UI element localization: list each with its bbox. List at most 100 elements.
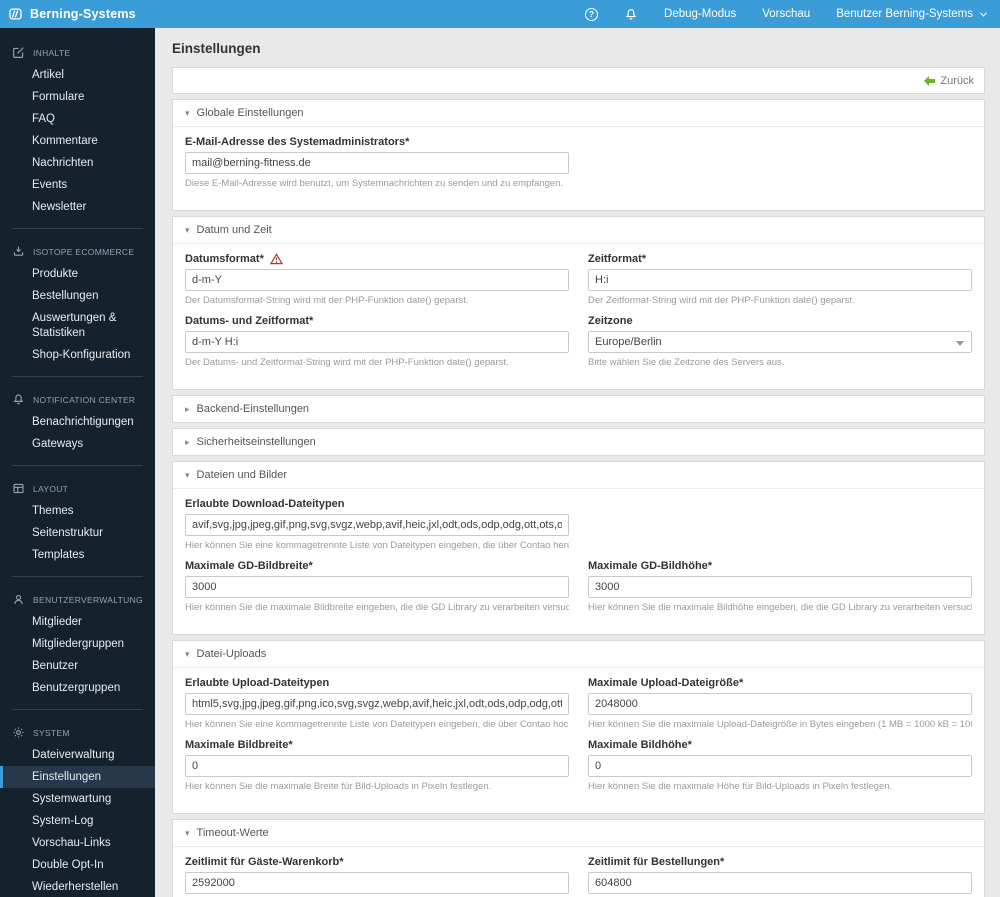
section-toggle-sicherheitseinstellungen[interactable]: Sicherheitseinstellungen (173, 429, 984, 455)
section-toggle-globale-einstellungen[interactable]: Globale Einstellungen (173, 100, 984, 126)
divider (12, 228, 143, 229)
guest-cart-timeout-label: Zeitlimit für Gäste-Warenkorb* (185, 856, 344, 868)
sidebar-item-produkte[interactable]: Produkte (0, 263, 155, 285)
max-upload-size-input[interactable] (588, 693, 972, 715)
section-toggle-timeout-werte[interactable]: Timeout-Werte (173, 820, 984, 846)
collapse-icon (185, 226, 190, 235)
orders-timeout-input[interactable] (588, 872, 972, 894)
section-dateien-und-bilder: Dateien und Bilder Erlaubte Download-Dat… (172, 461, 985, 635)
chevron-down-icon (979, 9, 988, 17)
time-format-input[interactable] (588, 269, 972, 291)
max-image-width-input[interactable] (185, 755, 569, 777)
section-toggle-datei-uploads[interactable]: Datei-Uploads (173, 641, 984, 667)
time-format-label: Zeitformat* (588, 253, 647, 265)
collapse-icon (185, 471, 190, 480)
help-button[interactable]: ? (585, 7, 599, 21)
sidebar-item-mitglieder[interactable]: Mitglieder (0, 611, 155, 633)
date-format-help: Der Datumsformat-String wird mit der PHP… (185, 295, 469, 306)
sidebar-item-bestellungen[interactable]: Bestellungen (0, 285, 155, 307)
section-title: Datum und Zeit (196, 224, 272, 236)
upload-types-field-group: Erlaubte Upload-Dateitypen Hier können S… (185, 677, 569, 730)
nav-group-benutzerverwaltung[interactable]: BENUTZERVERWALTUNG (0, 585, 155, 611)
sidebar-item-benutzergruppen[interactable]: Benutzergruppen (0, 677, 155, 699)
orders-timeout-label: Zeitlimit für Bestellungen* (588, 856, 725, 868)
date-format-field-group: Datumsformat* Der Datumsformat-String wi… (185, 253, 569, 306)
sidebar-item-faq[interactable]: FAQ (0, 108, 155, 130)
user-icon (14, 594, 23, 605)
sidebar-item-nachrichten[interactable]: Nachrichten (0, 152, 155, 174)
download-icon (13, 246, 24, 256)
expand-icon (185, 405, 190, 414)
section-toggle-dateien-und-bilder[interactable]: Dateien und Bilder (173, 462, 984, 488)
back-button[interactable]: Zurück (940, 75, 974, 87)
sidebar-item-newsletter[interactable]: Newsletter (0, 196, 155, 218)
nav-group-layout[interactable]: LAYOUT (0, 474, 155, 500)
download-types-input[interactable] (185, 514, 569, 536)
section-title: Sicherheitseinstellungen (196, 436, 316, 448)
sidebar-item-kommentare[interactable]: Kommentare (0, 130, 155, 152)
sidebar-item-gateways[interactable]: Gateways (0, 433, 155, 455)
date-format-input[interactable] (185, 269, 569, 291)
sidebar-item-benachrichtigungen[interactable]: Benachrichtigungen (0, 411, 155, 433)
nav-group-inhalte[interactable]: INHALTE (0, 38, 155, 64)
section-sicherheitseinstellungen: Sicherheitseinstellungen (172, 428, 985, 456)
sidebar-item-artikel[interactable]: Artikel (0, 64, 155, 86)
user-menu[interactable]: Benutzer Berning-Systems (836, 8, 988, 20)
timezone-select[interactable]: Europe/Berlin (588, 331, 972, 353)
section-title: Timeout-Werte (196, 827, 269, 839)
grid-icon (13, 483, 24, 494)
sidebar-item-vorschau-links[interactable]: Vorschau-Links (0, 832, 155, 854)
brand[interactable]: Berning-Systems (0, 7, 136, 21)
sidebar-item-wiederherstellen[interactable]: Wiederherstellen (0, 876, 155, 897)
sidebar-item-system-log[interactable]: System-Log (0, 810, 155, 832)
sidebar-item-einstellungen[interactable]: Einstellungen (0, 766, 155, 788)
sidebar-item-mitgliedergruppen[interactable]: Mitgliedergruppen (0, 633, 155, 655)
nav-group-system[interactable]: SYSTEM (0, 718, 155, 744)
sidebar-item-dateiverwaltung[interactable]: Dateiverwaltung (0, 744, 155, 766)
nav-group-notification-center[interactable]: NOTIFICATION CENTER (0, 385, 155, 411)
brand-title: Berning-Systems (30, 7, 136, 21)
nav-group-isotope-ecommerce[interactable]: ISOTOPE ECOMMERCE (0, 237, 155, 263)
admin-email-label: E-Mail-Adresse des Systemadministrators* (185, 136, 410, 148)
admin-email-input[interactable] (185, 152, 569, 174)
guest-cart-timeout-input[interactable] (185, 872, 569, 894)
admin-email-help: Diese E-Mail-Adresse wird benutzt, um Sy… (185, 178, 564, 189)
download-types-help: Hier können Sie eine kommagetrennte List… (185, 540, 569, 551)
section-timeout-werte: Timeout-Werte Zeitlimit für Gäste-Warenk… (172, 819, 985, 897)
sidebar-item-events[interactable]: Events (0, 174, 155, 196)
contao-logo-icon (9, 8, 22, 20)
user-menu-label: Benutzer Berning-Systems (836, 8, 973, 20)
sidebar-item-auswertungen-statistiken[interactable]: Auswertungen & Statistiken (0, 307, 155, 344)
gd-width-field-group: Maximale GD-Bildbreite* Hier können Sie … (185, 560, 569, 613)
sidebar-item-templates[interactable]: Templates (0, 544, 155, 566)
expand-icon (185, 438, 190, 447)
section-toggle-backend-einstellungen[interactable]: Backend-Einstellungen (173, 396, 984, 422)
upload-types-label: Erlaubte Upload-Dateitypen (185, 677, 330, 689)
sidebar-item-seitenstruktur[interactable]: Seitenstruktur (0, 522, 155, 544)
sidebar-item-formulare[interactable]: Formulare (0, 86, 155, 108)
gd-width-input[interactable] (185, 576, 569, 598)
collapse-icon (185, 650, 190, 659)
max-image-height-field-group: Maximale Bildhöhe* Hier können Sie die m… (588, 739, 972, 792)
gd-height-input[interactable] (588, 576, 972, 598)
notifications-button[interactable] (624, 7, 638, 22)
datetime-format-input[interactable] (185, 331, 569, 353)
sidebar-item-systemwartung[interactable]: Systemwartung (0, 788, 155, 810)
gear-icon (13, 727, 24, 738)
upload-types-input[interactable] (185, 693, 569, 715)
collapse-icon (185, 109, 190, 118)
warning-icon (269, 253, 283, 265)
sidebar-item-benutzer[interactable]: Benutzer (0, 655, 155, 677)
sidebar: INHALTE Artikel Formulare FAQ Kommentare… (0, 28, 155, 897)
back-arrow-icon (924, 75, 936, 86)
debug-mode-link[interactable]: Debug-Modus (664, 8, 736, 20)
sidebar-item-themes[interactable]: Themes (0, 500, 155, 522)
sidebar-item-shop-konfiguration[interactable]: Shop-Konfiguration (0, 344, 155, 366)
max-image-height-input[interactable] (588, 755, 972, 777)
pencil-icon (13, 47, 24, 58)
sidebar-item-double-opt-in[interactable]: Double Opt-In (0, 854, 155, 876)
upload-types-help: Hier können Sie eine kommagetrennte List… (185, 719, 569, 730)
section-toggle-datum-und-zeit[interactable]: Datum und Zeit (173, 217, 984, 243)
section-globale-einstellungen: Globale Einstellungen E-Mail-Adresse des… (172, 99, 985, 211)
preview-link[interactable]: Vorschau (762, 8, 810, 20)
